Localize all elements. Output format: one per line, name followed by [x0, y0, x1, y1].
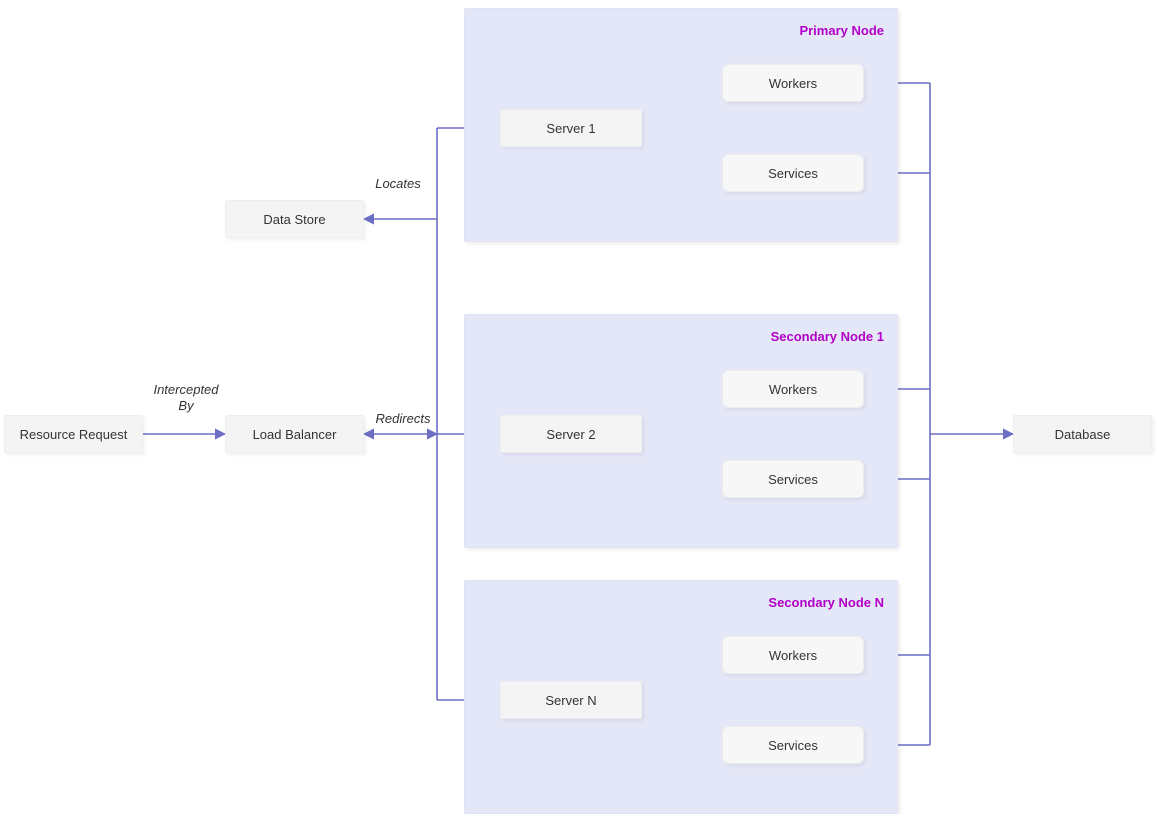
- node-server-2: Server 2: [500, 415, 642, 453]
- node-label: Server 1: [546, 121, 595, 136]
- node-workers-sec1: Workers: [722, 370, 864, 408]
- node-server-1: Server 1: [500, 109, 642, 147]
- node-label: Data Store: [263, 212, 325, 227]
- node-label: Server N: [545, 693, 596, 708]
- node-label: Server 2: [546, 427, 595, 442]
- group-title-primary: Primary Node: [764, 23, 884, 38]
- node-workers-primary: Workers: [722, 64, 864, 102]
- node-label: Workers: [769, 76, 817, 91]
- node-label: Resource Request: [20, 427, 128, 442]
- node-database: Database: [1013, 415, 1152, 453]
- edge-label-intercepted-by: Intercepted By: [146, 382, 226, 415]
- node-label: Workers: [769, 648, 817, 663]
- node-resource-request: Resource Request: [4, 415, 143, 453]
- diagram-canvas: Primary Node Secondary Node 1 Secondary …: [0, 0, 1156, 813]
- edge-label-redirects: Redirects: [368, 411, 438, 427]
- group-title-secondaryN: Secondary Node N: [744, 595, 884, 610]
- node-load-balancer: Load Balancer: [225, 415, 364, 453]
- edge-label-locates: Locates: [368, 176, 428, 192]
- node-label: Services: [768, 166, 818, 181]
- node-label: Workers: [769, 382, 817, 397]
- node-label: Load Balancer: [253, 427, 337, 442]
- node-services-secN: Services: [722, 726, 864, 764]
- group-title-secondary1: Secondary Node 1: [744, 329, 884, 344]
- node-label: Services: [768, 472, 818, 487]
- node-services-sec1: Services: [722, 460, 864, 498]
- node-label: Services: [768, 738, 818, 753]
- node-label: Database: [1055, 427, 1111, 442]
- node-services-primary: Services: [722, 154, 864, 192]
- node-data-store: Data Store: [225, 200, 364, 238]
- node-workers-secN: Workers: [722, 636, 864, 674]
- node-server-n: Server N: [500, 681, 642, 719]
